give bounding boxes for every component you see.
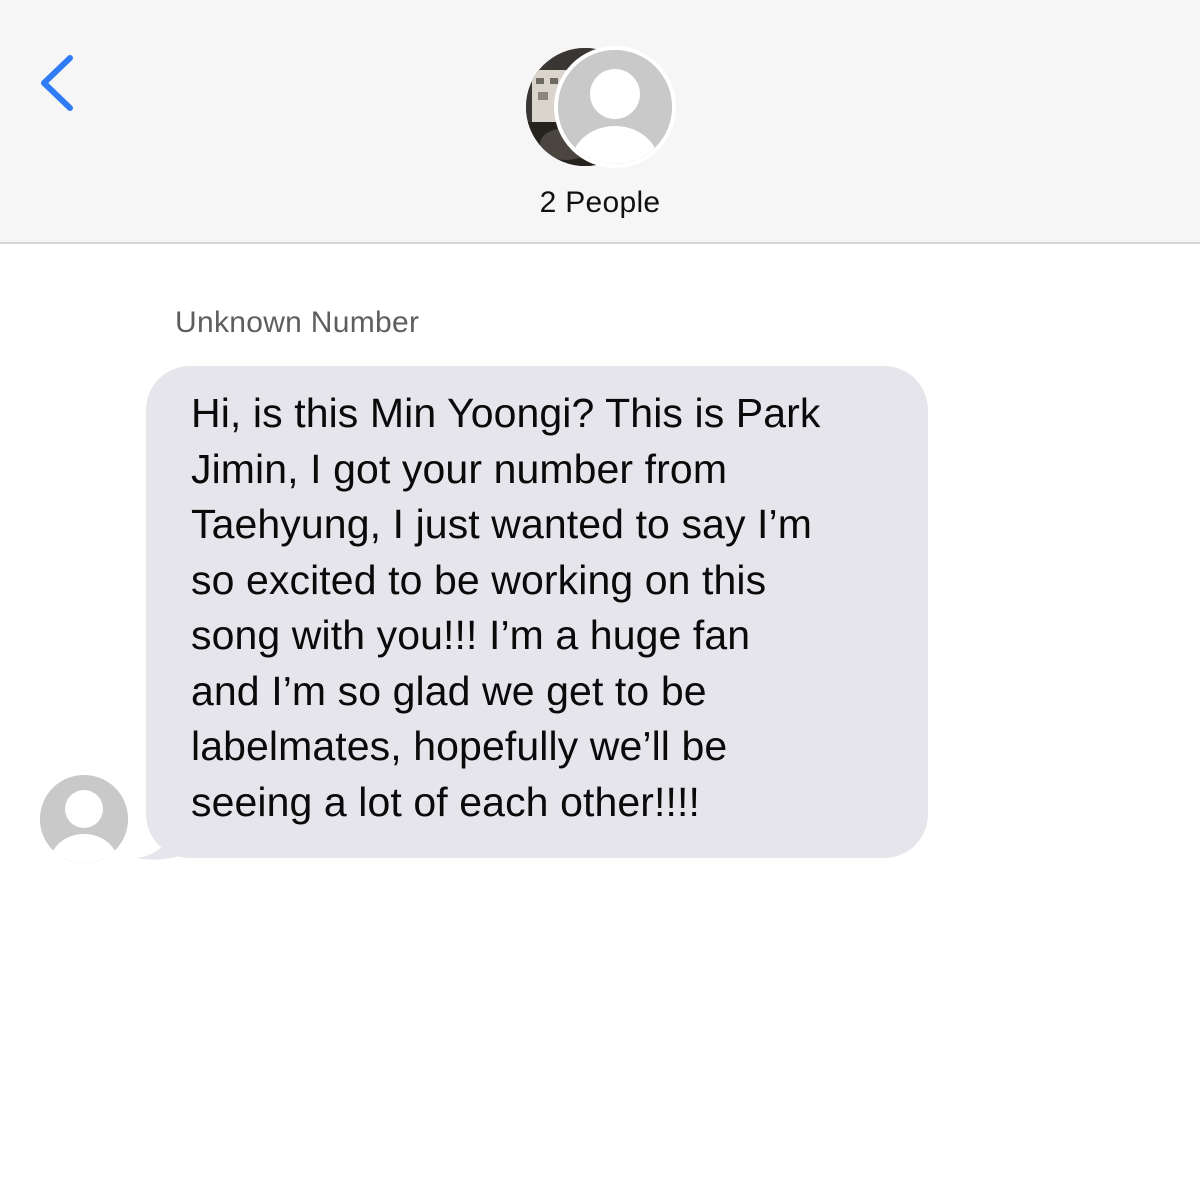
group-avatar[interactable] xyxy=(526,46,676,170)
message-bubble-body: Hi, is this Min Yoongi? This is Park Jim… xyxy=(146,366,928,858)
sender-avatar[interactable] xyxy=(40,775,128,863)
chevron-left-icon xyxy=(41,55,73,111)
message-bubble[interactable]: Hi, is this Min Yoongi? This is Park Jim… xyxy=(136,366,928,860)
person-icon xyxy=(40,775,128,863)
person-icon xyxy=(558,50,672,164)
message-text: Hi, is this Min Yoongi? This is Park Jim… xyxy=(191,390,821,825)
back-button[interactable] xyxy=(30,48,90,118)
conversation-header: 2 People xyxy=(0,0,1200,244)
conversation-title[interactable]: 2 People xyxy=(0,186,1200,220)
person-avatar xyxy=(554,46,676,168)
messages-screen: 2 People Unknown Number Hi, is this Min … xyxy=(0,0,1200,1181)
sender-name: Unknown Number xyxy=(175,306,420,339)
